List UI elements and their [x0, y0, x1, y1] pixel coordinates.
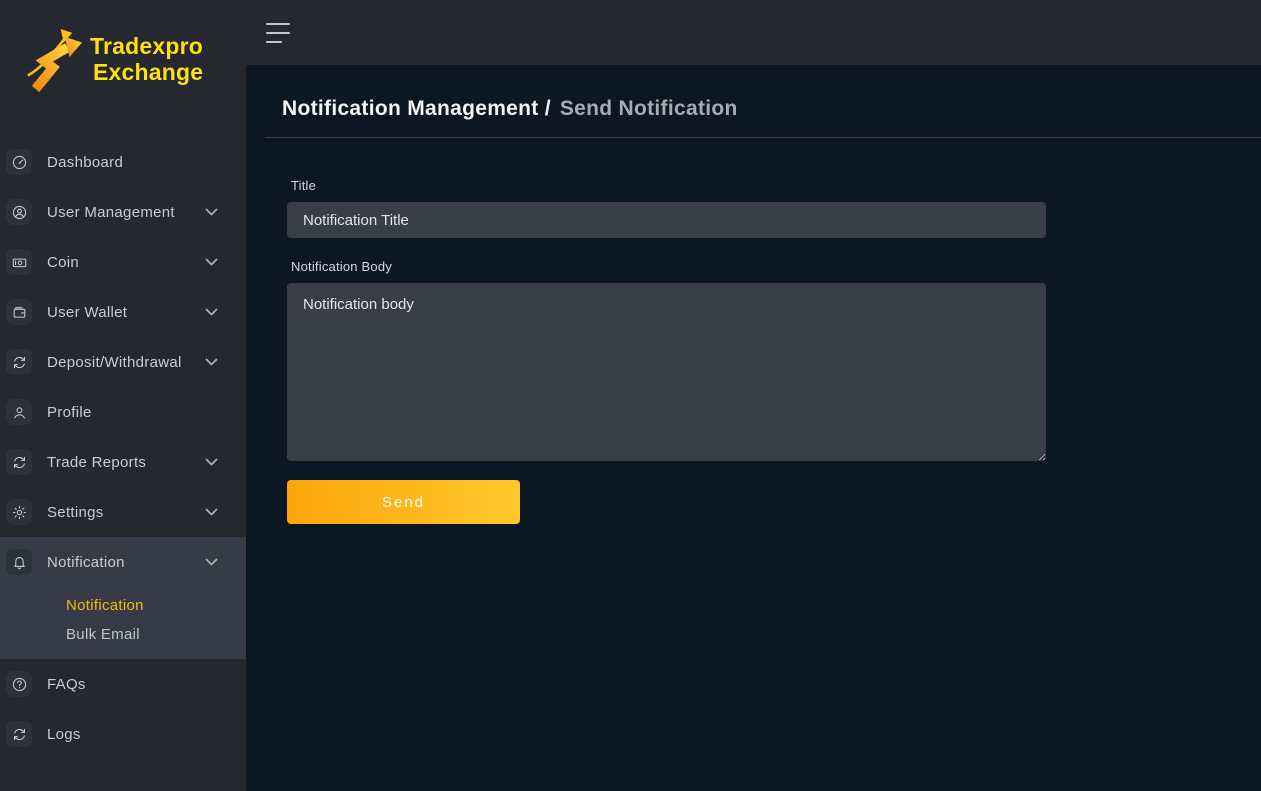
chevron-down-icon: [205, 208, 218, 216]
sidebar-subitem-notification[interactable]: Notification: [0, 591, 246, 620]
sidebar: Tradexpro Exchange Dashboard User Manage…: [0, 0, 246, 791]
body-label: Notification Body: [291, 259, 392, 274]
swap-circle-icon: [6, 449, 32, 475]
swap-circle-icon: [6, 349, 32, 375]
submenu-item-label: Bulk Email: [66, 626, 140, 643]
title-label: Title: [291, 178, 316, 193]
chevron-down-icon: [205, 458, 218, 466]
notification-title-input[interactable]: [287, 202, 1046, 238]
sidebar-item-trade-reports[interactable]: Trade Reports: [0, 437, 246, 487]
sidebar-item-notification[interactable]: Notification: [0, 537, 246, 587]
chevron-down-icon: [205, 508, 218, 516]
sidebar-item-label: User Wallet: [47, 304, 127, 321]
sidebar-section-notification: Notification Notification Bulk Email: [0, 537, 246, 659]
sidebar-subitem-bulk-email[interactable]: Bulk Email: [0, 620, 246, 649]
chevron-down-icon: [205, 258, 218, 266]
refresh-icon: [6, 721, 32, 747]
topbar: [246, 0, 1261, 65]
sidebar-item-label: Coin: [47, 254, 79, 271]
sidebar-item-label: FAQs: [47, 676, 86, 693]
sidebar-item-deposit-withdrawal[interactable]: Deposit/Withdrawal: [0, 337, 246, 387]
sidebar-nav: Dashboard User Management Coin: [0, 137, 246, 759]
user-icon: [6, 399, 32, 425]
sidebar-item-label: Profile: [47, 404, 92, 421]
breadcrumb-section: Notification Management /: [282, 97, 551, 120]
help-circle-icon: [6, 671, 32, 697]
cash-icon: [6, 249, 32, 275]
brand-name-line1: Tradexpro: [90, 33, 203, 59]
main-content: Notification Management / Send Notificati…: [246, 65, 1261, 791]
brand-name-line2: Exchange: [93, 59, 203, 85]
gauge-icon: [6, 149, 32, 175]
wallet-icon: [6, 299, 32, 325]
sidebar-item-label: Trade Reports: [47, 454, 146, 471]
sidebar-item-profile[interactable]: Profile: [0, 387, 246, 437]
gear-icon: [6, 499, 32, 525]
sidebar-item-label: User Management: [47, 204, 175, 221]
sidebar-item-faqs[interactable]: FAQs: [0, 659, 246, 709]
breadcrumb-page: Send Notification: [560, 97, 738, 120]
sidebar-item-logs[interactable]: Logs: [0, 709, 246, 759]
menu-toggle-button[interactable]: [266, 23, 290, 43]
notification-body-textarea[interactable]: [287, 283, 1046, 461]
hamburger-icon: [266, 23, 290, 25]
divider: [265, 137, 1261, 138]
send-button[interactable]: Send: [287, 480, 520, 524]
chevron-down-icon: [205, 358, 218, 366]
user-circle-icon: [6, 199, 32, 225]
breadcrumb: Notification Management / Send Notificati…: [282, 97, 1261, 121]
brand-logo[interactable]: Tradexpro Exchange: [0, 0, 246, 99]
notification-submenu: Notification Bulk Email: [0, 587, 246, 649]
chevron-down-icon: [205, 558, 218, 566]
sidebar-item-label: Dashboard: [47, 154, 123, 171]
chevron-down-icon: [205, 308, 218, 316]
sidebar-item-label: Notification: [47, 554, 125, 571]
sidebar-item-user-management[interactable]: User Management: [0, 187, 246, 237]
sidebar-item-settings[interactable]: Settings: [0, 487, 246, 537]
sidebar-item-label: Logs: [47, 726, 81, 743]
sidebar-item-label: Deposit/Withdrawal: [47, 354, 182, 371]
sidebar-item-dashboard[interactable]: Dashboard: [0, 137, 246, 187]
sidebar-item-label: Settings: [47, 504, 104, 521]
submenu-item-label: Notification: [66, 597, 144, 614]
sidebar-item-user-wallet[interactable]: User Wallet: [0, 287, 246, 337]
sidebar-item-coin[interactable]: Coin: [0, 237, 246, 287]
brand-logo-icon: [22, 25, 82, 93]
send-notification-form: Title Notification Body Send: [287, 178, 1046, 524]
bell-icon: [6, 549, 32, 575]
